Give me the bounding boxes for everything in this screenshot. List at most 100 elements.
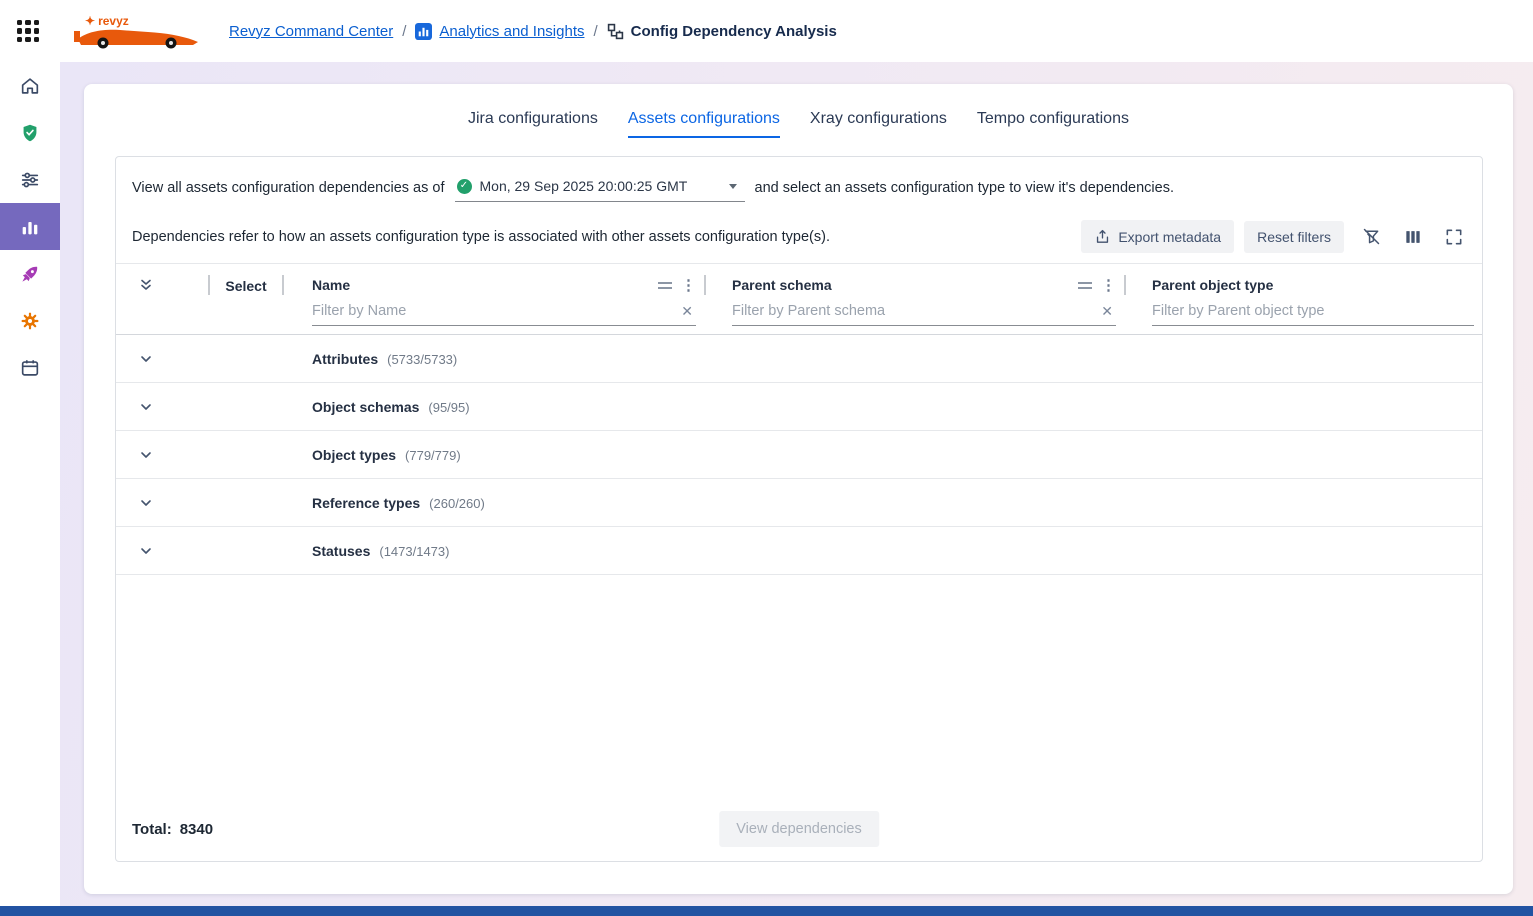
view-dependencies-button[interactable]: View dependencies — [719, 811, 879, 847]
group-count: (95/95) — [428, 400, 469, 415]
group-row-reference-types[interactable]: Reference types (260/260) — [116, 479, 1482, 527]
parent-object-type-filter-input[interactable] — [1152, 301, 1474, 321]
parent-schema-filter-input[interactable] — [732, 301, 1098, 321]
breadcrumb: Revyz Command Center / Analytics and Ins… — [229, 23, 837, 40]
chevron-down-icon[interactable] — [138, 495, 208, 511]
name-column-label: Name — [312, 277, 350, 293]
sidebar — [0, 62, 60, 906]
parent-schema-column-resize-handle[interactable] — [1078, 282, 1092, 289]
total-count: Total: 8340 — [132, 821, 213, 838]
shield-check-icon — [19, 122, 41, 144]
total-value: 8340 — [180, 821, 213, 838]
group-row-object-schemas[interactable]: Object schemas (95/95) — [116, 383, 1482, 431]
calendar-icon — [19, 357, 41, 379]
fullscreen-button[interactable] — [1440, 223, 1468, 251]
parent-schema-filter-clear-icon[interactable]: ✕ — [1098, 303, 1116, 320]
sidebar-item-calendar[interactable] — [0, 344, 60, 391]
name-filter-clear-icon[interactable]: ✕ — [678, 303, 696, 320]
intro-prefix-text: View all assets configuration dependenci… — [132, 178, 445, 198]
total-label: Total: — [132, 821, 172, 838]
chevron-down-icon[interactable] — [138, 399, 208, 415]
table-header: Select Name ⋮ ✕ — [116, 263, 1482, 335]
sidebar-item-controls[interactable] — [0, 156, 60, 203]
chevron-down-icon[interactable] — [138, 351, 208, 367]
chevron-down-icon[interactable] — [138, 543, 208, 559]
group-count: (5733/5733) — [387, 352, 457, 367]
tab-jira-configurations[interactable]: Jira configurations — [468, 110, 598, 138]
group-label: Reference types — [312, 495, 420, 511]
breadcrumb-link-command-center[interactable]: Revyz Command Center — [229, 23, 393, 40]
logo-racecar-icon — [73, 23, 201, 49]
home-icon — [19, 75, 41, 97]
tab-assets-configurations[interactable]: Assets configurations — [628, 110, 780, 138]
analytics-chart-icon — [415, 23, 432, 40]
chevron-down-icon[interactable] — [138, 447, 208, 463]
dependency-tree-icon — [607, 23, 624, 40]
name-filter-input[interactable] — [312, 301, 678, 321]
rocket-icon — [19, 263, 41, 285]
group-row-object-types[interactable]: Object types (779/779) — [116, 431, 1482, 479]
group-count: (1473/1473) — [379, 544, 449, 559]
intro-suffix-text: and select an assets configuration type … — [755, 178, 1175, 198]
sidebar-item-security[interactable] — [0, 109, 60, 156]
gear-icon — [19, 310, 41, 332]
group-label: Statuses — [312, 543, 370, 559]
snapshot-date-dropdown[interactable]: ✓ Mon, 29 Sep 2025 20:00:25 GMT — [455, 174, 745, 202]
parent-object-type-column-label: Parent object type — [1152, 277, 1273, 293]
intro-row: View all assets configuration dependenci… — [116, 157, 1482, 202]
group-label: Object schemas — [312, 399, 419, 415]
export-metadata-button[interactable]: Export metadata — [1081, 220, 1234, 253]
configuration-tabs: Jira configurations Assets configuration… — [84, 84, 1513, 138]
breadcrumb-current-page: Config Dependency Analysis — [631, 23, 837, 40]
description-text: Dependencies refer to how an assets conf… — [132, 229, 830, 245]
clear-all-filters-button[interactable] — [1357, 222, 1386, 251]
manage-columns-button[interactable] — [1399, 223, 1427, 251]
parent-object-type-column: Parent object type — [1124, 264, 1482, 334]
sidebar-item-home[interactable] — [0, 62, 60, 109]
breadcrumb-separator: / — [593, 23, 597, 40]
group-row-attributes[interactable]: Attributes (5733/5733) — [116, 335, 1482, 383]
sidebar-item-analytics[interactable] — [0, 203, 60, 250]
sliders-icon — [19, 169, 41, 191]
table-controls: Export metadata Reset filters — [1081, 220, 1468, 253]
group-count: (260/260) — [429, 496, 485, 511]
sidebar-item-settings[interactable] — [0, 297, 60, 344]
group-row-statuses[interactable]: Statuses (1473/1473) — [116, 527, 1482, 575]
dependencies-panel: View all assets configuration dependenci… — [115, 156, 1483, 862]
config-dependency-card: Jira configurations Assets configuration… — [84, 84, 1513, 894]
double-chevron-down-icon — [138, 277, 154, 293]
breadcrumb-link-analytics[interactable]: Analytics and Insights — [439, 23, 584, 40]
reset-filters-button[interactable]: Reset filters — [1244, 221, 1344, 253]
reset-filters-label: Reset filters — [1257, 229, 1331, 245]
parent-object-type-filter — [1152, 301, 1474, 326]
app-switcher-grid-icon[interactable] — [17, 20, 39, 42]
check-circle-icon: ✓ — [457, 179, 472, 194]
name-column-menu-icon[interactable]: ⋮ — [681, 278, 696, 293]
group-label: Object types — [312, 447, 396, 463]
parent-schema-column-label: Parent schema — [732, 277, 832, 293]
breadcrumb-separator: / — [402, 23, 406, 40]
name-column-resize-handle[interactable] — [658, 282, 672, 289]
content-area: Jira configurations Assets configuration… — [60, 62, 1533, 906]
panel-footer: Total: 8340 View dependencies — [116, 797, 1482, 861]
export-icon — [1094, 228, 1111, 245]
chevron-down-icon — [729, 184, 737, 189]
tab-tempo-configurations[interactable]: Tempo configurations — [977, 110, 1129, 138]
bottom-accent-bar — [0, 906, 1533, 916]
select-column-header: Select — [208, 264, 284, 334]
bar-chart-icon — [19, 216, 41, 238]
group-label: Attributes — [312, 351, 378, 367]
topbar: ✦ revyz Revyz Command Center / Analytics… — [0, 0, 1533, 62]
sidebar-item-launch[interactable] — [0, 250, 60, 297]
export-metadata-label: Export metadata — [1118, 229, 1221, 245]
filter-off-icon — [1361, 226, 1382, 247]
parent-schema-column-menu-icon[interactable]: ⋮ — [1101, 278, 1116, 293]
parent-schema-column: Parent schema ⋮ ✕ — [704, 264, 1124, 334]
expand-all-cell[interactable] — [116, 264, 208, 334]
tab-xray-configurations[interactable]: Xray configurations — [810, 110, 947, 138]
group-count: (779/779) — [405, 448, 461, 463]
name-filter: ✕ — [312, 301, 696, 326]
parent-schema-filter: ✕ — [732, 301, 1116, 326]
revyz-logo[interactable]: ✦ revyz — [73, 14, 201, 49]
fullscreen-icon — [1444, 227, 1464, 247]
